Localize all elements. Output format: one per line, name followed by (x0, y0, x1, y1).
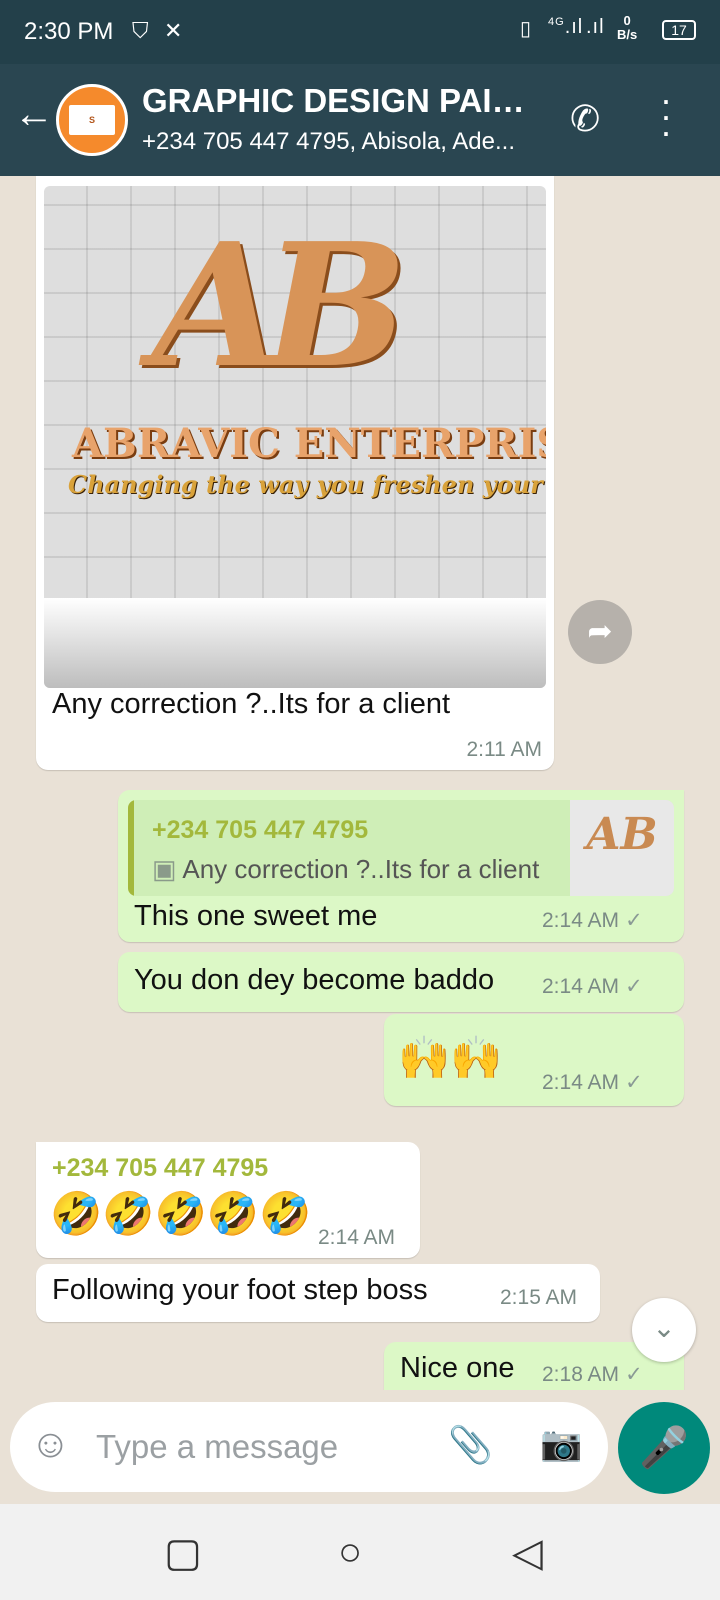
message-time: 2:14 AM ✓ (542, 1070, 643, 1095)
message-time-label: 2:14 AM (542, 1071, 620, 1094)
message-composer[interactable]: ☺ Type a message 📎 📷 (10, 1402, 608, 1492)
quote-thumbnail: AB (570, 800, 674, 896)
status-time: 2:30 PM (24, 18, 114, 45)
incoming-message[interactable]: +234 705 447 4795 🤣🤣🤣🤣🤣 2:14 AM (36, 1142, 420, 1258)
more-options-icon[interactable]: · · · (660, 82, 672, 150)
chat-participants[interactable]: +234 705 447 4795, Abisola, Ade... (142, 128, 542, 156)
home-icon[interactable]: ○ (338, 1530, 362, 1575)
shield-icon: ⛉ (132, 18, 149, 43)
attach-icon[interactable]: 📎 (448, 1424, 493, 1466)
net-speed: 0 B/s (617, 14, 637, 42)
image-brand-text: ABRAVIC ENTERPRISE (72, 420, 546, 467)
quoted-message[interactable]: +234 705 447 4795 ▣ Any correction ?..It… (128, 800, 674, 896)
chat-header: ← S GRAPHIC DESIGN PAID... +234 705 447 … (0, 64, 720, 176)
signal-4g-icon: 4G.ıl (548, 16, 584, 38)
battery-icon: 17 (662, 20, 696, 40)
avatar-logo: S (69, 105, 115, 135)
back-arrow-icon[interactable]: ← (14, 94, 54, 134)
sent-check-icon: ✓ (625, 909, 643, 932)
message-time-label: 2:18 AM (542, 1363, 620, 1386)
quote-accent-bar (128, 800, 134, 896)
emoji-icon[interactable]: ☺ (30, 1422, 71, 1467)
message-list[interactable]: AB ABRAVIC ENTERPRISE Changing the way y… (0, 176, 720, 1390)
recents-icon[interactable]: ▢ (164, 1530, 202, 1576)
message-emoji: 🤣🤣🤣🤣🤣 (50, 1190, 312, 1237)
message-text: You don dey become baddo (134, 964, 495, 996)
outgoing-reply-message[interactable]: +234 705 447 4795 ▣ Any correction ?..It… (118, 790, 684, 942)
forward-icon[interactable]: ➦ (568, 600, 632, 664)
battery-level: 17 (671, 22, 687, 38)
message-time: 2:14 AM ✓ (542, 974, 643, 999)
chat-title[interactable]: GRAPHIC DESIGN PAID... (142, 82, 542, 120)
message-time: 2:14 AM ✓ (542, 908, 643, 933)
outgoing-emoji-message[interactable]: 🙌🙌 2:14 AM ✓ (384, 1014, 684, 1106)
message-time: 2:14 AM (318, 1226, 396, 1249)
quote-sender: +234 705 447 4795 (152, 816, 369, 844)
shared-image[interactable]: AB ABRAVIC ENTERPRISE Changing the way y… (44, 186, 546, 688)
message-input[interactable]: Type a message (96, 1428, 338, 1466)
status-bar: 2:30 PM ⛉ ✕ ▯ 4G.ıl .ıl 0 B/s 17 (0, 0, 720, 64)
incoming-image-message[interactable]: AB ABRAVIC ENTERPRISE Changing the way y… (36, 176, 554, 770)
x-icon: ✕ (164, 18, 183, 43)
outgoing-message[interactable]: You don dey become baddo 2:14 AM ✓ (118, 952, 684, 1012)
message-text: Any correction ?..Its for a client (52, 688, 451, 720)
incoming-message[interactable]: Following your foot step boss 2:15 AM (36, 1264, 600, 1322)
net-speed-value: 0 (623, 13, 631, 28)
group-avatar[interactable]: S (56, 84, 128, 156)
message-time: 2:11 AM (466, 738, 543, 761)
add-call-icon[interactable]: ✆ (570, 98, 600, 140)
message-time-label: 2:14 AM (542, 975, 620, 998)
mic-icon: 🎤 (639, 1426, 689, 1470)
message-time: 2:15 AM (500, 1286, 578, 1309)
back-icon[interactable]: ◁ (512, 1530, 543, 1576)
message-text: Nice one (400, 1352, 515, 1384)
sent-check-icon: ✓ (625, 975, 643, 998)
sent-check-icon: ✓ (625, 1363, 643, 1386)
sent-check-icon: ✓ (625, 1071, 643, 1094)
image-floor (44, 598, 546, 688)
message-time: 2:18 AM ✓ (542, 1362, 643, 1387)
double-chevron-down-icon: ⌄ (652, 1312, 676, 1343)
vibrate-icon: ▯ (520, 18, 533, 40)
camera-icon[interactable]: 📷 (540, 1424, 582, 1464)
message-emoji: 🙌🙌 (398, 1034, 503, 1081)
photo-icon: ▣ (152, 854, 177, 884)
image-monogram: AB (152, 206, 408, 406)
quote-text-label: Any correction ?..Its for a client (182, 854, 540, 884)
system-nav-bar: ▢ ○ ◁ (0, 1504, 720, 1600)
net-speed-unit: B/s (617, 27, 638, 42)
message-sender: +234 705 447 4795 (52, 1154, 269, 1182)
quote-text: ▣ Any correction ?..Its for a client (152, 854, 539, 885)
message-text: Following your foot step boss (52, 1274, 428, 1306)
signal-icon: .ıl (586, 16, 605, 38)
scroll-to-bottom-button[interactable]: ⌄ (632, 1298, 696, 1362)
mic-button[interactable]: 🎤 (618, 1402, 710, 1494)
image-tagline-text: Changing the way you freshen your space (68, 470, 546, 499)
message-time-label: 2:14 AM (542, 909, 620, 932)
network-type: 4G (548, 16, 565, 28)
message-text: This one sweet me (134, 900, 378, 932)
